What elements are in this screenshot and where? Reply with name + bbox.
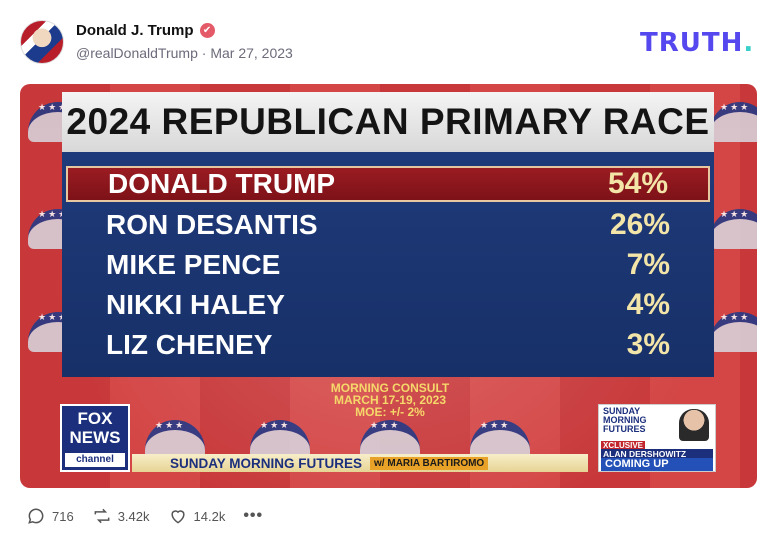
retruth-count: 3.42k — [117, 508, 150, 524]
separator: · — [201, 45, 207, 61]
post-actions: 716 3.42k 14.2k ••• — [26, 506, 263, 526]
like-count: 14.2k — [193, 508, 226, 524]
post-date[interactable]: Mar 27, 2023 — [210, 45, 293, 61]
candidate-percent: 7% — [626, 248, 670, 281]
reply-button[interactable]: 716 — [26, 506, 74, 526]
author-name-row: Donald J. Trump ✔ — [76, 22, 215, 39]
display-name[interactable]: Donald J. Trump — [76, 22, 194, 39]
result-row: MIKE PENCE 7% — [66, 247, 710, 283]
show-name: SUNDAY MORNING FUTURES — [170, 455, 363, 471]
candidate-percent: 26% — [609, 208, 670, 241]
candidate-name: LIZ CHENEY — [106, 329, 273, 360]
logo-line: FOX — [77, 409, 113, 428]
guest-photo — [679, 409, 709, 441]
like-icon — [170, 510, 185, 524]
candidate-name: MIKE PENCE — [106, 249, 281, 280]
show-host: w/ MARIA BARTIROMO — [370, 456, 489, 470]
candidate-name: RON DESANTIS — [106, 209, 318, 240]
reply-icon — [28, 508, 44, 524]
fox-news-logo: FOX NEWS channel — [60, 404, 130, 472]
logo-dot: . — [743, 28, 755, 58]
verified-badge-icon: ✔ — [199, 23, 215, 38]
logo-line: channel — [65, 453, 125, 467]
poll-source: MORNING CONSULT MARCH 17-19, 2023 MOE: +… — [310, 382, 470, 418]
candidate-name: DONALD TRUMP — [108, 168, 336, 199]
handle-row: @realDonaldTrump · Mar 27, 2023 — [76, 45, 293, 61]
candidate-percent: 54% — [607, 167, 668, 200]
elephant-icon — [710, 209, 757, 249]
avatar[interactable] — [20, 20, 64, 64]
reply-count: 716 — [52, 508, 74, 524]
logo-text: TRUTH — [640, 28, 744, 58]
truth-logo[interactable]: TRUTH. — [640, 28, 754, 58]
candidate-name: NIKKI HALEY — [106, 289, 285, 320]
logo-line: NEWS — [69, 428, 121, 447]
result-row: LIZ CHENEY 3% — [66, 327, 710, 363]
show-ticker: SUNDAY MORNING FUTURES w/ MARIA BARTIROM… — [132, 454, 588, 472]
retruth-icon — [94, 508, 110, 524]
graphic-title: 2024 REPUBLICAN PRIMARY RACE — [62, 92, 714, 152]
promo-coming-up: COMING UP — [601, 458, 713, 471]
coming-up-promo: SUNDAY MORNING FUTURES XCLUSIVE ALAN DER… — [598, 404, 716, 472]
result-row: RON DESANTIS 26% — [66, 207, 710, 243]
post-media-image[interactable]: 2024 REPUBLICAN PRIMARY RACE DONALD TRUM… — [20, 84, 757, 488]
more-icon[interactable]: ••• — [243, 507, 263, 525]
poll-moe: MOE: +/- 2% — [355, 405, 425, 419]
like-button[interactable]: 14.2k — [168, 506, 226, 526]
promo-show: SUNDAY MORNING FUTURES — [603, 406, 647, 434]
handle[interactable]: @realDonaldTrump — [76, 45, 198, 61]
result-row: NIKKI HALEY 4% — [66, 287, 710, 323]
result-row: DONALD TRUMP 54% — [66, 166, 710, 202]
retruth-button[interactable]: 3.42k — [92, 506, 150, 526]
results-panel: DONALD TRUMP 54% RON DESANTIS 26% MIKE P… — [62, 152, 714, 377]
candidate-percent: 4% — [626, 288, 670, 321]
elephant-icon — [710, 312, 757, 352]
candidate-percent: 3% — [626, 328, 670, 361]
elephant-icon — [710, 102, 757, 142]
